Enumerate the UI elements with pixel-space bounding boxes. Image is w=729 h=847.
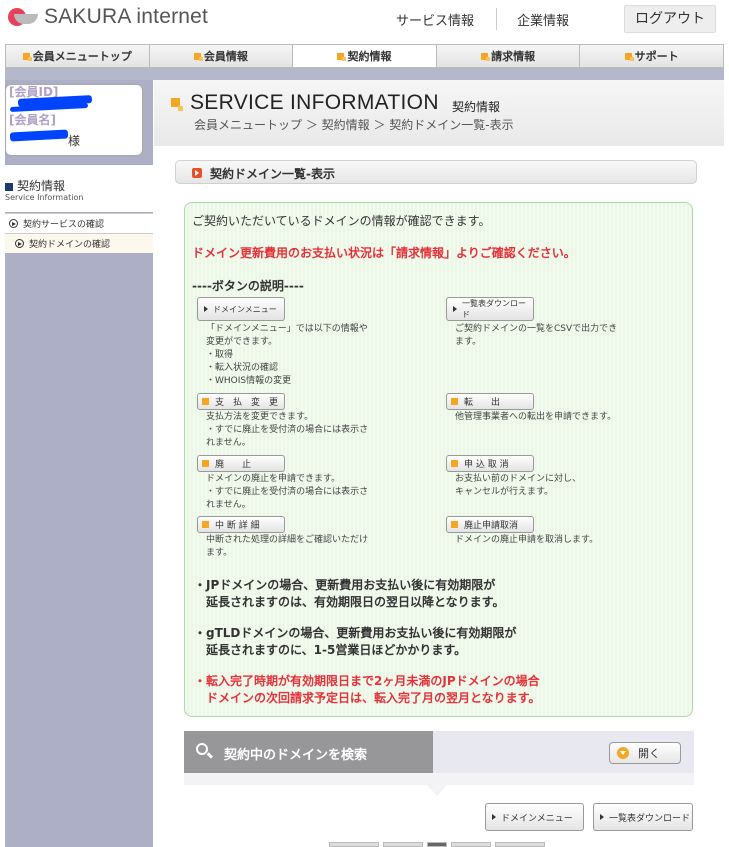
orange-bullet-icon — [202, 398, 209, 405]
nav-bullet-icon — [624, 52, 634, 61]
member-name-label: [会員名] — [9, 113, 56, 127]
domain-menu-button[interactable]: ドメインメニュー — [485, 803, 584, 831]
orange-bullet-icon — [202, 521, 209, 528]
logo-text: SAKURA internet — [44, 5, 209, 28]
sidebar-section-header: 契約情報 Service Information — [5, 165, 153, 212]
service-info-link[interactable]: サービス情報 — [396, 10, 474, 29]
pager-item[interactable] — [383, 842, 423, 847]
cancel-abolish-description: ドメインの廃止申請を取消します。 — [455, 535, 599, 545]
sakura-logo[interactable]: SAKURA internet — [8, 5, 208, 29]
pager-item[interactable] — [495, 842, 545, 847]
triangle-right-icon — [600, 814, 604, 820]
nav-underline — [5, 68, 724, 80]
info-intro: ご契約いただいているドメインの情報が確認できます。 — [192, 214, 491, 228]
abolish-description: ドメインの廃止を申請できます。 ・すでに廃止を受付済の場合には表示さ れません。 — [206, 474, 369, 510]
section-arrow-icon — [192, 168, 202, 178]
payment-change-button-sample[interactable]: 支 払 変 更 — [197, 393, 285, 410]
pager-item[interactable] — [329, 842, 379, 847]
breadcrumb: 会員メニュートップ ＞ 契約情報 ＞ 契約ドメイン一覧-表示 — [194, 118, 514, 132]
orange-bullet-icon — [451, 460, 458, 467]
circle-arrow-icon — [15, 239, 24, 248]
site-header: SAKURA internet サービス情報 企業情報 ログアウト — [0, 0, 729, 40]
page-subtitle: 契約情報 — [452, 100, 501, 114]
sidebar-item-contract-services[interactable]: 契約サービスの確認 — [5, 213, 153, 233]
pager-item-current[interactable] — [427, 842, 447, 847]
sidebar-section-subtitle: Service Information — [5, 193, 84, 202]
section-heading: 契約ドメイン一覧-表示 — [175, 160, 697, 184]
chevron-down-icon — [617, 747, 629, 759]
cancel-application-button-sample[interactable]: 申 込 取 消 — [446, 455, 534, 472]
suspend-detail-button-sample[interactable]: 中 断 詳 細 — [197, 516, 285, 533]
nav-contract-info[interactable]: 契約情報 — [293, 45, 437, 67]
domain-menu-description: 「ドメインメニュー」では以下の情報や 変更ができます。 ・取得 ・転入状況の確認… — [206, 324, 368, 386]
nav-support[interactable]: サポート — [580, 45, 723, 67]
orange-bullet-icon — [451, 521, 458, 528]
domain-search-title: 契約中のドメインを検索 — [224, 748, 368, 763]
nav-member-info[interactable]: 会員情報 — [149, 45, 294, 67]
header-divider — [496, 8, 497, 30]
list-download-button[interactable]: 一覧表ダウンロード — [593, 803, 693, 831]
triangle-right-icon — [492, 814, 496, 820]
cancel-application-description: お支払い前のドメインに対し、 キャンセルが行えます。 — [455, 474, 582, 497]
nav-bullet-icon — [481, 52, 491, 61]
nav-billing-info[interactable]: 請求情報 — [436, 45, 581, 67]
note-gtld-domain: ・gTLDドメインの場合、更新費用お支払い後に有効期限が 延長されますのに、1-… — [194, 626, 517, 657]
list-download-button-sample[interactable]: 一覧表ダウンロード — [446, 297, 534, 321]
member-name-redacted — [9, 129, 69, 142]
abolish-button-sample[interactable]: 廃 止 — [197, 455, 285, 472]
orange-bullet-icon — [202, 460, 209, 467]
cancel-abolish-button-sample[interactable]: 廃止申請取消 — [446, 516, 534, 533]
triangle-right-icon — [453, 306, 457, 312]
logout-button[interactable]: ログアウト — [624, 5, 716, 33]
company-info-link[interactable]: 企業情報 — [517, 10, 569, 29]
triangle-right-icon — [204, 306, 208, 312]
nav-bullet-icon — [337, 52, 347, 61]
search-panel-bottom — [184, 773, 694, 785]
suspend-detail-description: 中断された処理の詳細をご確認いただけ ます。 — [206, 535, 369, 558]
global-nav: 会員メニュートップ 会員情報 契約情報 請求情報 サポート — [5, 44, 724, 68]
search-panel-notch — [427, 785, 447, 796]
member-info-box: [会員ID] [会員名] 様 — [5, 84, 143, 156]
orange-bullet-icon — [451, 398, 458, 405]
buttons-heading: ----ボタンの説明---- — [192, 279, 304, 293]
nav-bullet-icon — [193, 52, 203, 61]
nav-member-top[interactable]: 会員メニュートップ — [6, 45, 150, 67]
note-jp-domain: ・JPドメインの場合、更新費用お支払い後に有効期限が 延長されますのは、有効期限… — [194, 578, 505, 609]
pager-item[interactable] — [451, 842, 491, 847]
title-bullet-icon-small — [178, 106, 183, 111]
open-search-button[interactable]: 開く — [609, 742, 681, 764]
domain-menu-button-sample[interactable]: ドメインメニュー — [197, 297, 285, 321]
sidebar-section-title: 契約情報 — [5, 177, 65, 194]
transfer-out-description: 他管理事業者への転出を申請できます。 — [455, 412, 617, 422]
page-title: SERVICE INFORMATION — [190, 91, 439, 114]
transfer-out-button-sample[interactable]: 転 出 — [446, 393, 534, 410]
member-name-suffix: 様 — [68, 134, 81, 148]
list-download-description: ご契約ドメインの一覧をCSVで出力でき ます。 — [455, 324, 618, 347]
nav-bullet-icon — [22, 52, 32, 61]
note-transfer-billing: ・転入完了時期が有効期限日まで2ヶ月未満のJPドメインの場合 ドメインの次回請求… — [194, 674, 541, 705]
circle-arrow-icon — [9, 219, 18, 228]
section-square-icon — [5, 182, 13, 191]
sakura-logo-icon — [8, 6, 38, 28]
search-icon — [196, 743, 208, 755]
payment-note: ドメイン更新費用のお支払い状況は「請求情報」よりご確認ください。 — [192, 246, 576, 260]
payment-change-description: 支払方法を変更できます。 ・すでに廃止を受付済の場合には表示さ れません。 — [206, 412, 369, 448]
sidebar-item-contract-domains[interactable]: 契約ドメインの確認 — [5, 233, 153, 253]
